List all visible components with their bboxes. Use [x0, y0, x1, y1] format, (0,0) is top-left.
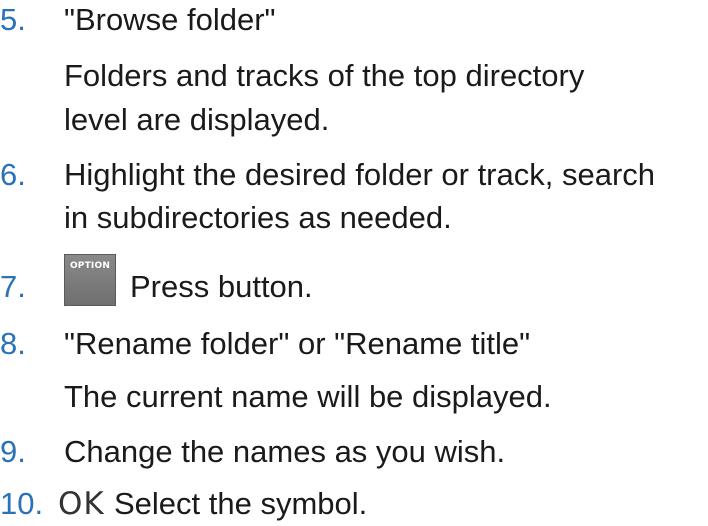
- step-5-detail-line-1: Folders and tracks of the top directory: [64, 58, 585, 93]
- step-6-text-line-2: in subdirectories as needed.: [64, 200, 452, 235]
- step-10-text: Select the symbol.: [114, 486, 368, 521]
- step-9-text: Change the names as you wish.: [64, 434, 506, 469]
- step-8-text: "Rename folder" or "Rename title": [64, 326, 531, 361]
- step-9-number: 9.: [0, 434, 26, 469]
- option-button-label: OPTION: [69, 261, 111, 271]
- step-5-detail-line-2: level are displayed.: [64, 102, 330, 137]
- step-7-number: 7.: [0, 269, 26, 304]
- step-6-text-line-1: Highlight the desired folder or track, s…: [64, 157, 656, 192]
- step-10-number: 10.: [0, 486, 44, 521]
- step-7-text: Press button.: [130, 269, 313, 304]
- ok-symbol-icon: OK: [58, 486, 105, 522]
- step-5-number: 5.: [0, 2, 26, 37]
- step-8-detail-line-1: The current name will be displayed.: [64, 379, 552, 414]
- step-10-ok-symbol: OK: [58, 484, 105, 524]
- step-5-text: "Browse folder": [64, 2, 276, 37]
- step-6-number: 6.: [0, 157, 26, 192]
- option-button-icon: OPTION: [64, 254, 116, 306]
- step-8-number: 8.: [0, 326, 26, 361]
